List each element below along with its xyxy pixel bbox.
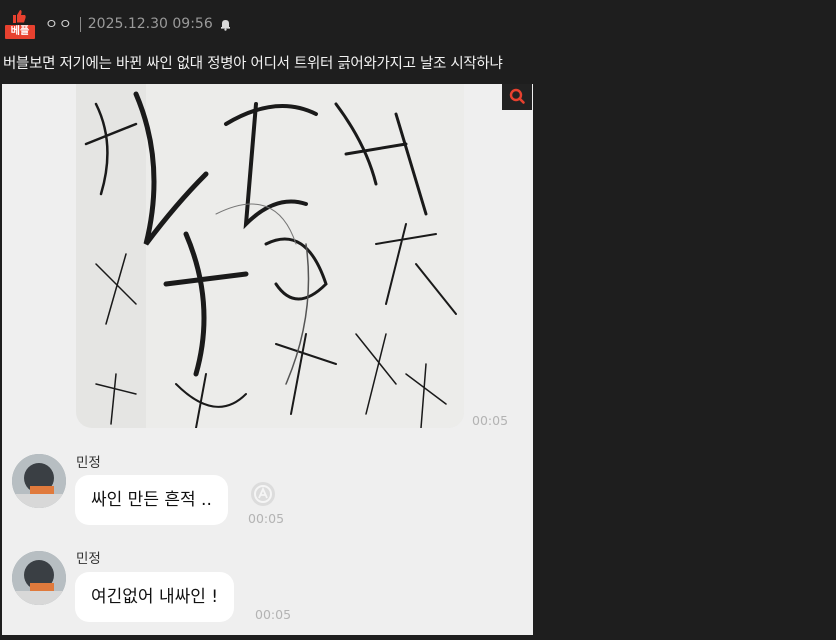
post-title: 버블보면 저기에는 바뀐 싸인 없대 정병아 어디서 트위터 긁어와가지고 날조…: [3, 56, 503, 72]
post-date: 2025.12.30 09:56: [87, 16, 213, 32]
read-receipt-icon: [251, 482, 275, 506]
avatar-image: [12, 551, 66, 605]
best-reply-badge: 베플: [5, 9, 35, 39]
avatar[interactable]: [12, 454, 66, 508]
chat-screenshot: 00:05 민정 싸인 만든 흔적 .. 00:05 민정 여긴없어 내싸인 !…: [2, 84, 533, 635]
signature-scribbles: [84, 91, 457, 428]
search-icon: [509, 88, 525, 104]
message-bubble[interactable]: 여긴없어 내싸인 !: [75, 572, 235, 622]
thumbs-up-icon: [13, 10, 26, 23]
notification-icon[interactable]: [219, 18, 232, 31]
sender-name: 민정: [76, 551, 101, 567]
divider: [79, 16, 81, 32]
sender-name: 민정: [76, 455, 101, 471]
badge-label: 베플: [5, 25, 35, 39]
message-bubble[interactable]: 싸인 만든 흔적 ..: [75, 475, 228, 525]
author-name[interactable]: ㅇㅇ: [45, 14, 73, 34]
zoom-button[interactable]: [502, 84, 532, 110]
post-header: 베플 ㅇㅇ 2025.12.30 09:56: [5, 8, 232, 40]
message-timestamp: 00:05: [255, 607, 292, 622]
image-timestamp: 00:05: [472, 413, 509, 428]
signature-photo: [76, 84, 464, 428]
avatar-image: [12, 454, 66, 508]
message-timestamp: 00:05: [248, 511, 285, 526]
avatar[interactable]: [12, 551, 66, 605]
